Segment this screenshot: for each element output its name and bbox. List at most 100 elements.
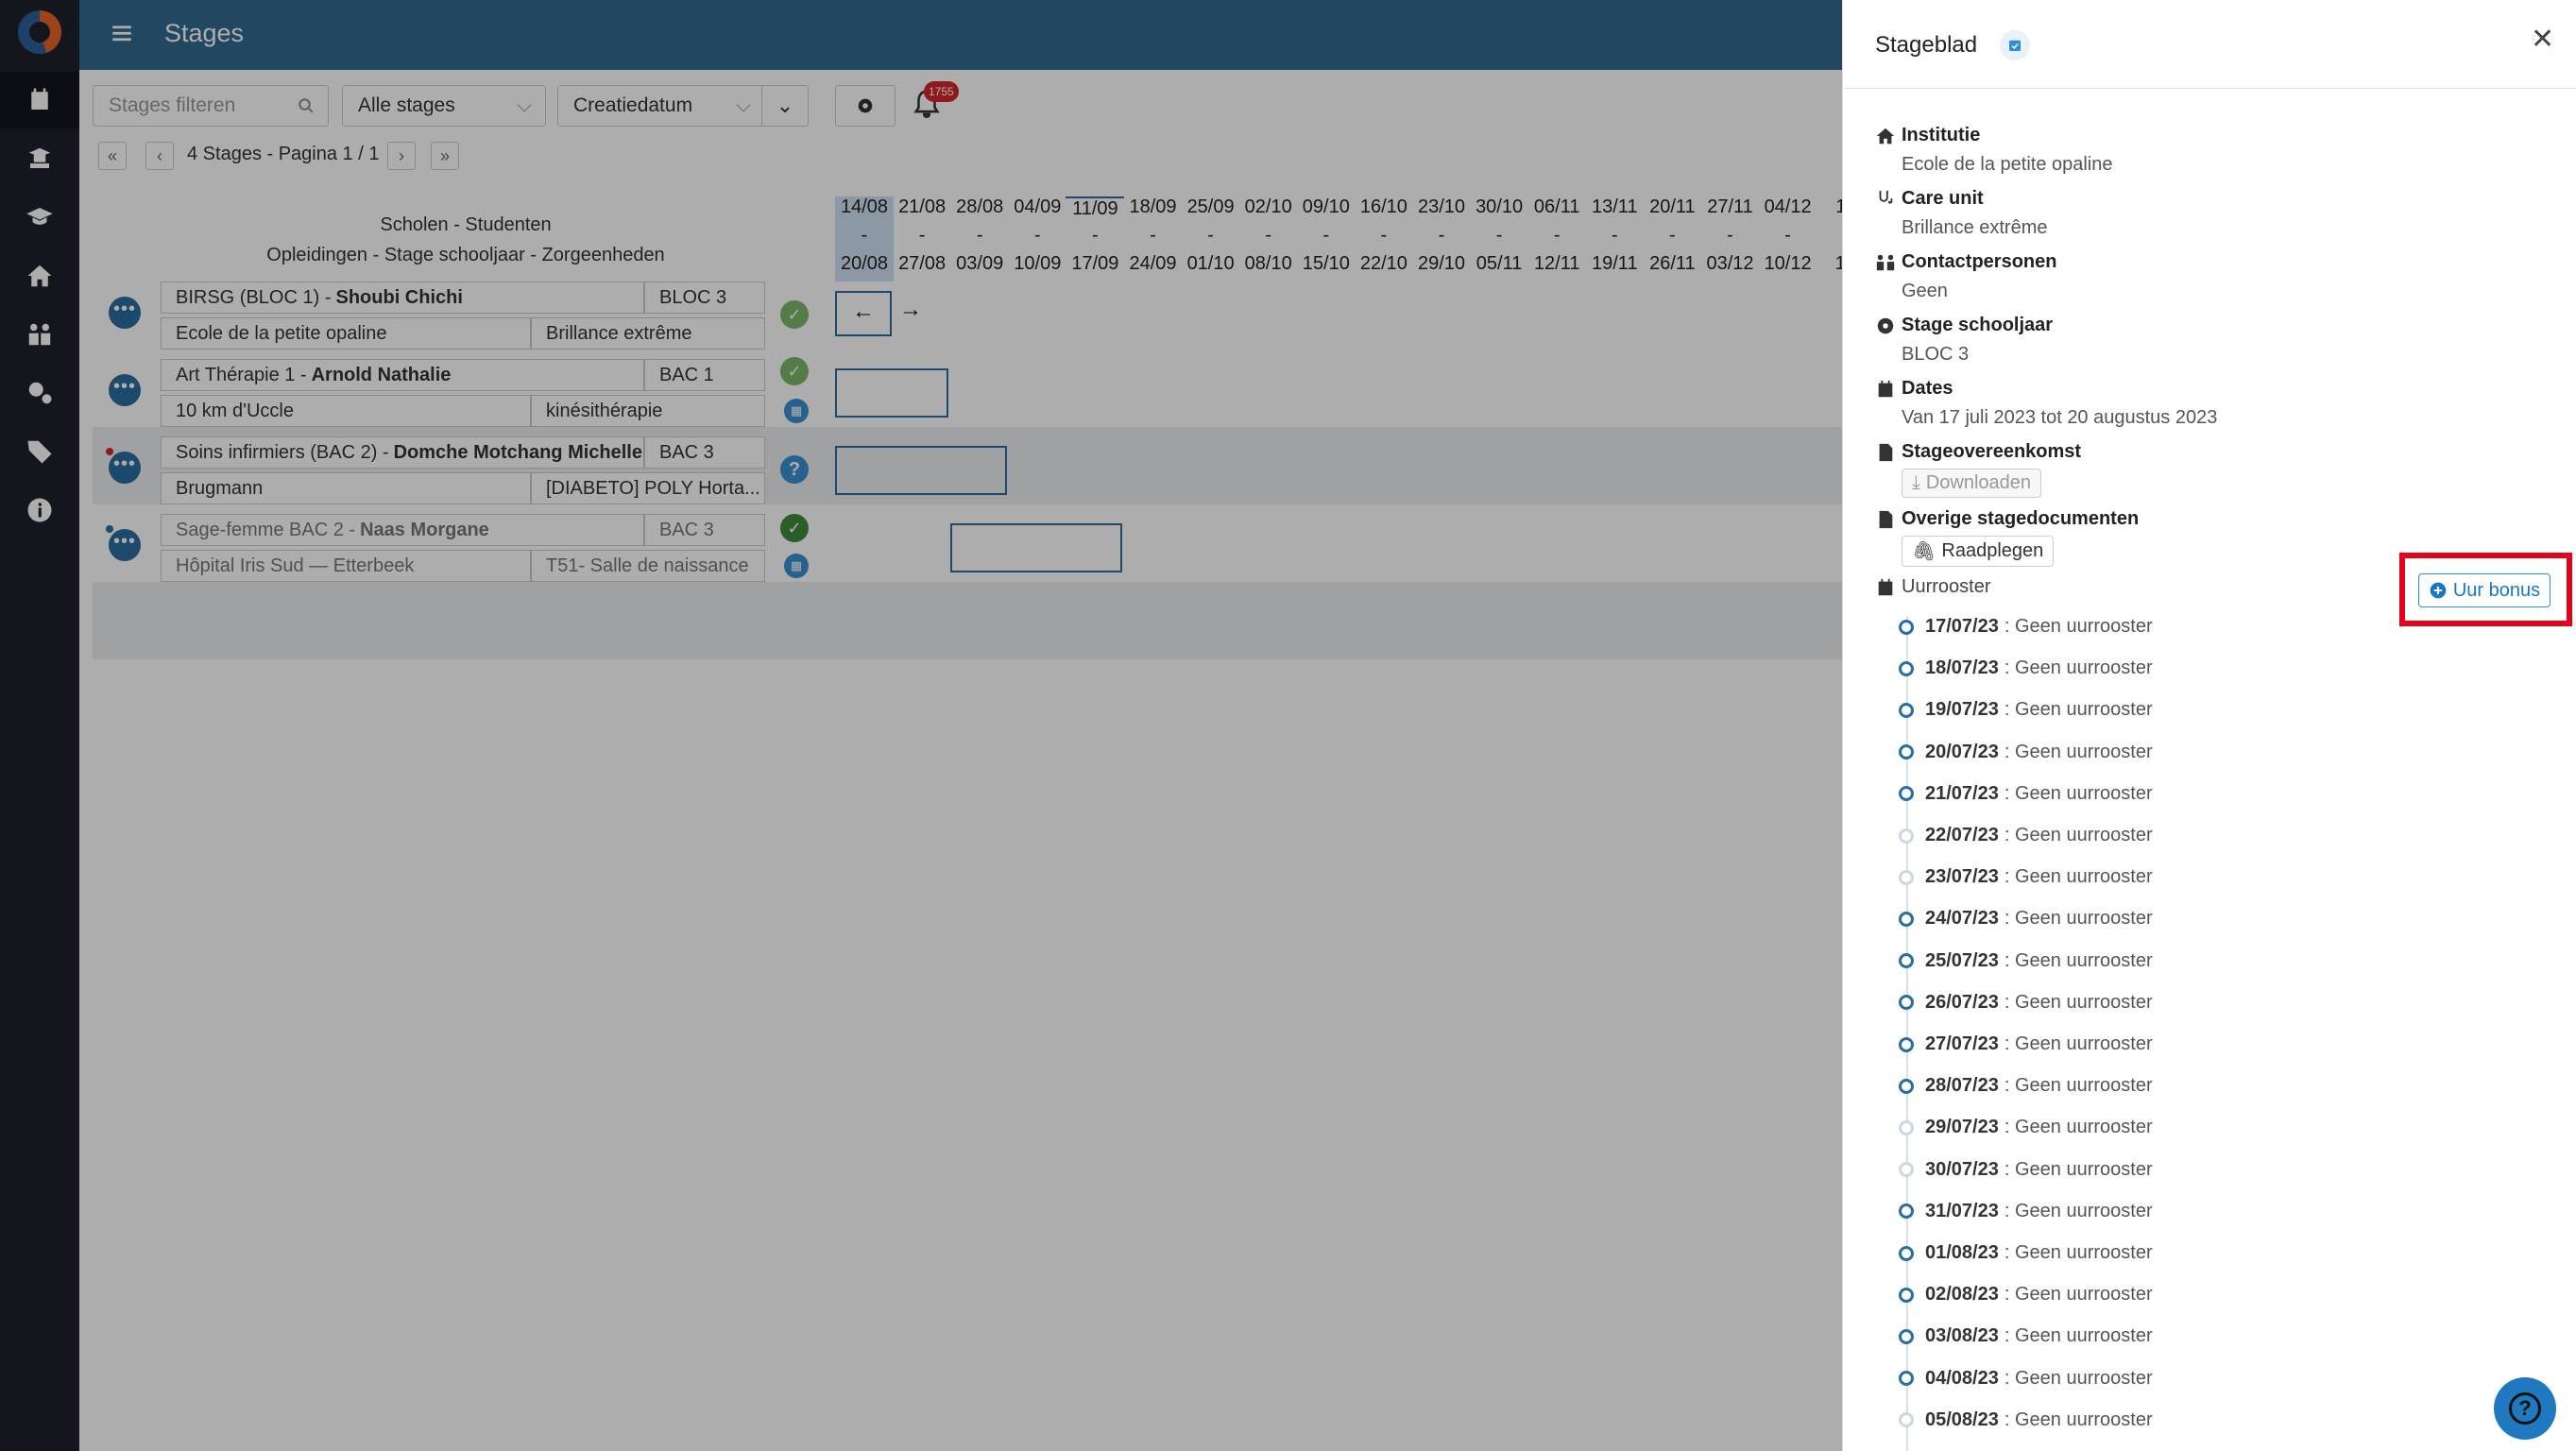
careunit-section: Care unit Brillance extrême	[1875, 188, 2048, 239]
schedule-date: 31/07/23	[1925, 1200, 1999, 1221]
schedule-date: 24/07/23	[1925, 908, 1999, 930]
timeline-dot-icon	[1899, 1203, 1914, 1220]
schedule-date: 02/08/23	[1925, 1284, 1999, 1306]
timeline-dot-icon	[1899, 1119, 1914, 1135]
close-icon[interactable]: ✕	[2531, 23, 2554, 56]
schedule-date: 26/07/23	[1925, 991, 1999, 1013]
schedule-date: 20/07/23	[1925, 741, 1999, 762]
schedule-item[interactable]: 04/08/23: Geen uurrooster	[1899, 1368, 2153, 1390]
raadplegen-button[interactable]: 🖇 Raadplegen	[1902, 536, 2055, 567]
schedule-date: 05/08/23	[1925, 1408, 1999, 1430]
download-button[interactable]: ⤓ Downloaden	[1902, 469, 2042, 498]
schedule-date: 22/07/23	[1925, 825, 1999, 845]
schedule-text: : Geen uurrooster	[2004, 741, 2153, 762]
question-icon: ?	[2509, 1392, 2541, 1425]
timeline-dot-icon	[1899, 786, 1914, 802]
schedule-item[interactable]: 30/07/23: Geen uurrooster	[1899, 1159, 2153, 1181]
timeline-dot-icon	[1899, 1328, 1914, 1344]
timeline-dot-icon	[1899, 869, 1914, 885]
schedule-item[interactable]: 29/07/23: Geen uurrooster	[1899, 1117, 2153, 1138]
schedule-item[interactable]: 17/07/23: Geen uurrooster	[1899, 616, 2153, 638]
schedule-item[interactable]: 05/08/23: Geen uurrooster	[1899, 1409, 2153, 1431]
schedule-text: : Geen uurrooster	[2004, 616, 2153, 637]
schedule-date: 23/07/23	[1925, 866, 1999, 888]
schedule-date: 21/07/23	[1925, 782, 1999, 804]
timeline-dot-icon	[1899, 828, 1914, 844]
schedule-item[interactable]: 24/07/23: Geen uurrooster	[1899, 908, 2153, 930]
schedule-item[interactable]: 02/08/23: Geen uurrooster	[1899, 1284, 2153, 1306]
download-icon: ⤓	[1912, 472, 1920, 493]
schedule-text: : Geen uurrooster	[2004, 699, 2153, 721]
schedule-item[interactable]: 22/07/23: Geen uurrooster	[1899, 825, 2153, 846]
timeline-dot-icon	[1899, 744, 1914, 760]
schedule-date: 29/07/23	[1925, 1117, 1999, 1138]
schedule-item[interactable]: 21/07/23: Geen uurrooster	[1899, 783, 2153, 805]
schedule-date: 04/08/23	[1925, 1367, 1999, 1389]
schedule-date: 27/07/23	[1925, 1033, 1999, 1054]
schedule-text: : Geen uurrooster	[2004, 782, 2153, 804]
schedule-text: : Geen uurrooster	[2004, 1284, 2153, 1306]
calendar-check-icon	[2000, 30, 2030, 60]
timeline-dot-icon	[1899, 1078, 1914, 1094]
schedule-text: : Geen uurrooster	[2004, 1325, 2153, 1347]
schedule-item[interactable]: 18/07/23: Geen uurrooster	[1899, 657, 2153, 679]
schedule-item[interactable]: 19/07/23: Geen uurrooster	[1899, 699, 2153, 721]
schedule-text: : Geen uurrooster	[2004, 991, 2153, 1013]
institutie-section: Institutie Ecole de la petite opaline	[1875, 125, 2113, 176]
panel-title: Stageblad	[1875, 32, 1978, 58]
schedule-text: : Geen uurrooster	[2004, 1158, 2153, 1180]
stage-detail-panel: Stageblad ✕ Institutie Ecole de la petit…	[1842, 0, 2576, 1451]
timeline-dot-icon	[1899, 1162, 1914, 1178]
schedule-text: : Geen uurrooster	[2004, 1075, 2153, 1097]
gear-icon	[1877, 317, 1894, 333]
schedule-text: : Geen uurrooster	[2004, 1117, 2153, 1138]
schedule-item[interactable]: 23/07/23: Geen uurrooster	[1899, 866, 2153, 888]
file-icon	[1879, 443, 1893, 461]
modal-overlay[interactable]	[0, 0, 1842, 1451]
home-icon	[1876, 128, 1895, 144]
schedule-item[interactable]: 25/07/23: Geen uurrooster	[1899, 950, 2153, 972]
schedule-date: 18/07/23	[1925, 657, 1999, 679]
schedule-text: : Geen uurrooster	[2004, 1242, 2153, 1263]
schedule-date: 01/08/23	[1925, 1242, 1999, 1263]
schedule-text: : Geen uurrooster	[2004, 1408, 2153, 1430]
panel-header: Stageblad ✕	[1843, 0, 2576, 89]
timeline-dot-icon	[1899, 1371, 1914, 1387]
timeline-dot-icon	[1899, 1287, 1914, 1303]
schooljaar-section: Stage schooljaar BLOC 3	[1875, 315, 2053, 366]
timeline-dot-icon	[1899, 911, 1914, 927]
timeline-dot-icon	[1899, 1036, 1914, 1052]
schedule-text: : Geen uurrooster	[2004, 825, 2153, 845]
uur-bonus-button[interactable]: Uur bonus	[2418, 573, 2550, 607]
timeline-dot-icon	[1899, 619, 1914, 635]
timeline-dot-icon	[1899, 1412, 1914, 1428]
schedule-date: 28/07/23	[1925, 1075, 1999, 1097]
schedule-item[interactable]: 01/08/23: Geen uurrooster	[1899, 1242, 2153, 1264]
schedule-item[interactable]: 31/07/23: Geen uurrooster	[1899, 1201, 2153, 1222]
schedule-text: : Geen uurrooster	[2004, 949, 2153, 971]
schedule-item[interactable]: 03/08/23: Geen uurrooster	[1899, 1325, 2153, 1347]
schedule-date: 03/08/23	[1925, 1325, 1999, 1347]
schedule-item[interactable]: 26/07/23: Geen uurrooster	[1899, 992, 2153, 1014]
stethoscope-icon	[1879, 190, 1893, 204]
paperclip-icon: 🖇	[1912, 541, 1936, 562]
schedule-date: 17/07/23	[1925, 616, 1999, 637]
timeline-dot-icon	[1899, 1245, 1914, 1261]
timeline-dot-icon	[1899, 702, 1914, 718]
overeenkomst-section: Stageovereenkomst ⤓ Downloaden	[1875, 441, 2081, 498]
people-icon	[1876, 254, 1895, 270]
help-button[interactable]: ?	[2494, 1377, 2556, 1440]
schedule-text: : Geen uurrooster	[2004, 908, 2153, 930]
schedule-text: : Geen uurrooster	[2004, 1367, 2153, 1389]
overige-section: Overige stagedocumenten 🖇 Raadplegen	[1875, 508, 2139, 567]
schedule-item[interactable]: 27/07/23: Geen uurrooster	[1899, 1033, 2153, 1055]
schedule-text: : Geen uurrooster	[2004, 1033, 2153, 1054]
schedule-text: : Geen uurrooster	[2004, 1200, 2153, 1221]
schedule-date: 19/07/23	[1925, 699, 1999, 721]
schedule-date: 25/07/23	[1925, 949, 1999, 971]
file-icon	[1879, 510, 1893, 528]
schedule-date: 30/07/23	[1925, 1158, 1999, 1180]
schedule-item[interactable]: 28/07/23: Geen uurrooster	[1899, 1075, 2153, 1097]
schedule-item[interactable]: 20/07/23: Geen uurrooster	[1899, 742, 2153, 763]
uurrooster-section: Uurrooster	[1875, 576, 1990, 598]
